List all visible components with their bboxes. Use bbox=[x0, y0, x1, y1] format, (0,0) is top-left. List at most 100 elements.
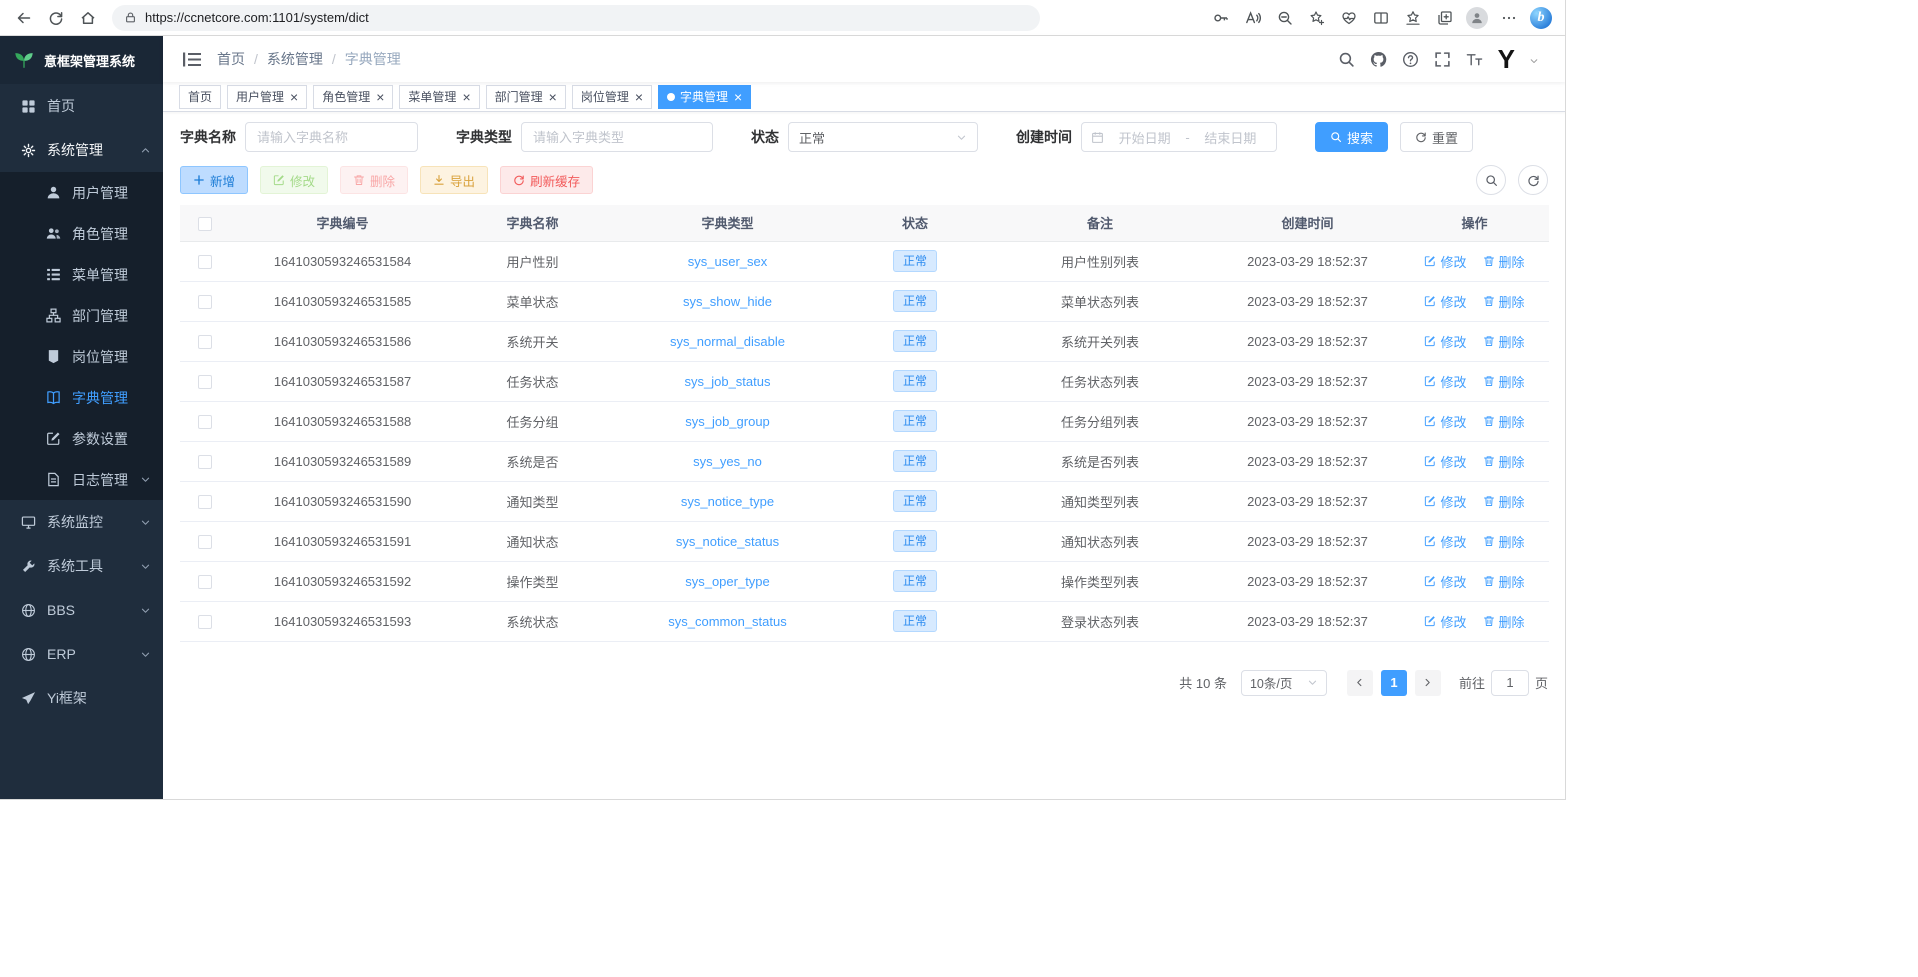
next-page-button[interactable] bbox=[1415, 670, 1441, 696]
chevron-down-icon[interactable] bbox=[1529, 56, 1539, 66]
toggle-search-button[interactable] bbox=[1476, 165, 1506, 195]
search-button[interactable]: 搜索 bbox=[1315, 122, 1388, 152]
dict-type-link[interactable]: sys_yes_no bbox=[693, 454, 762, 469]
read-aloud-button[interactable] bbox=[1237, 4, 1269, 32]
row-checkbox[interactable] bbox=[198, 255, 212, 269]
refresh-cache-button[interactable]: 刷新缓存 bbox=[500, 166, 593, 194]
edit-button[interactable]: 修改 bbox=[260, 166, 328, 194]
row-delete-button[interactable]: 删除 bbox=[1483, 532, 1525, 551]
breadcrumb-item[interactable]: 首页 bbox=[217, 49, 245, 69]
select-all-checkbox[interactable] bbox=[198, 217, 212, 231]
fullscreen-icon[interactable] bbox=[1434, 51, 1451, 68]
sidebar-subitem-menu-management[interactable]: 菜单管理 bbox=[0, 254, 163, 295]
current-page-button[interactable]: 1 bbox=[1381, 670, 1407, 696]
row-checkbox[interactable] bbox=[198, 295, 212, 309]
sidebar-toggle-icon[interactable] bbox=[183, 52, 201, 67]
settings-menu-button[interactable] bbox=[1493, 4, 1525, 32]
row-checkbox[interactable] bbox=[198, 375, 212, 389]
sidebar-item-home[interactable]: 首页 bbox=[0, 84, 163, 128]
dict-type-link[interactable]: sys_oper_type bbox=[685, 574, 770, 589]
refresh-button[interactable] bbox=[40, 4, 72, 32]
close-icon[interactable]: × bbox=[734, 90, 742, 104]
font-size-icon[interactable] bbox=[1466, 51, 1483, 68]
row-edit-button[interactable]: 修改 bbox=[1424, 332, 1466, 351]
tab-role-management[interactable]: 角色管理× bbox=[313, 85, 393, 109]
refresh-table-button[interactable] bbox=[1518, 165, 1548, 195]
github-icon[interactable] bbox=[1370, 51, 1387, 68]
address-bar[interactable]: https://ccnetcore.com:1101/system/dict bbox=[112, 5, 1040, 31]
tab-dept-management[interactable]: 部门管理× bbox=[486, 85, 566, 109]
row-delete-button[interactable]: 删除 bbox=[1483, 372, 1525, 391]
home-button[interactable] bbox=[72, 4, 104, 32]
sidebar-item-system-monitor[interactable]: 系统监控 bbox=[0, 500, 163, 544]
bing-chat-button[interactable]: b bbox=[1525, 4, 1557, 32]
sidebar-subitem-param-settings[interactable]: 参数设置 bbox=[0, 418, 163, 459]
row-edit-button[interactable]: 修改 bbox=[1424, 572, 1466, 591]
favorites-bar-button[interactable] bbox=[1397, 4, 1429, 32]
row-edit-button[interactable]: 修改 bbox=[1424, 292, 1466, 311]
favorites-button[interactable] bbox=[1301, 4, 1333, 32]
sidebar-item-bbs[interactable]: BBS bbox=[0, 588, 163, 632]
dict-type-link[interactable]: sys_job_group bbox=[685, 414, 770, 429]
row-edit-button[interactable]: 修改 bbox=[1424, 612, 1466, 631]
sidebar-item-erp[interactable]: ERP bbox=[0, 632, 163, 676]
dict-type-link[interactable]: sys_notice_status bbox=[676, 534, 779, 549]
close-icon[interactable]: × bbox=[549, 90, 557, 104]
row-checkbox[interactable] bbox=[198, 535, 212, 549]
export-button[interactable]: 导出 bbox=[420, 166, 488, 194]
tab-dict-management[interactable]: 字典管理× bbox=[658, 85, 751, 109]
sidebar-subitem-user-management[interactable]: 用户管理 bbox=[0, 172, 163, 213]
dict-type-link[interactable]: sys_show_hide bbox=[683, 294, 772, 309]
row-edit-button[interactable]: 修改 bbox=[1424, 532, 1466, 551]
sidebar-subitem-dict-management[interactable]: 字典管理 bbox=[0, 377, 163, 418]
add-button[interactable]: 新增 bbox=[180, 166, 248, 194]
dict-name-input[interactable] bbox=[245, 122, 418, 152]
sidebar-subitem-log-management[interactable]: 日志管理 bbox=[0, 459, 163, 500]
sidebar-item-yi-framework[interactable]: Yi框架 bbox=[0, 676, 163, 720]
goto-page-input[interactable] bbox=[1491, 670, 1529, 696]
dict-type-link[interactable]: sys_normal_disable bbox=[670, 334, 785, 349]
dict-type-input[interactable] bbox=[521, 122, 713, 152]
close-icon[interactable]: × bbox=[462, 90, 470, 104]
row-delete-button[interactable]: 删除 bbox=[1483, 332, 1525, 351]
row-delete-button[interactable]: 删除 bbox=[1483, 492, 1525, 511]
browser-essentials-button[interactable] bbox=[1333, 4, 1365, 32]
profile-button[interactable] bbox=[1461, 4, 1493, 32]
tab-menu-management[interactable]: 菜单管理× bbox=[399, 85, 479, 109]
sidebar-item-system-management[interactable]: 系统管理 bbox=[0, 128, 163, 172]
tab-user-management[interactable]: 用户管理× bbox=[227, 85, 307, 109]
row-checkbox[interactable] bbox=[198, 575, 212, 589]
row-delete-button[interactable]: 删除 bbox=[1483, 292, 1525, 311]
collections-button[interactable] bbox=[1429, 4, 1461, 32]
row-checkbox[interactable] bbox=[198, 615, 212, 629]
delete-button[interactable]: 删除 bbox=[340, 166, 408, 194]
page-size-select[interactable]: 10条/页 bbox=[1241, 670, 1327, 696]
row-edit-button[interactable]: 修改 bbox=[1424, 412, 1466, 431]
sidebar-subitem-dept-management[interactable]: 部门管理 bbox=[0, 295, 163, 336]
user-logo-avatar[interactable]: Y bbox=[1498, 46, 1514, 72]
row-delete-button[interactable]: 删除 bbox=[1483, 412, 1525, 431]
status-select[interactable]: 正常 bbox=[788, 122, 978, 152]
row-edit-button[interactable]: 修改 bbox=[1424, 372, 1466, 391]
tab-post-management[interactable]: 岗位管理× bbox=[572, 85, 652, 109]
back-button[interactable] bbox=[8, 4, 40, 32]
tab-home[interactable]: 首页 bbox=[179, 85, 221, 109]
sidebar-subitem-role-management[interactable]: 角色管理 bbox=[0, 213, 163, 254]
dict-type-link[interactable]: sys_common_status bbox=[668, 614, 787, 629]
password-key-button[interactable] bbox=[1205, 4, 1237, 32]
row-edit-button[interactable]: 修改 bbox=[1424, 492, 1466, 511]
help-icon[interactable] bbox=[1402, 51, 1419, 68]
sidebar-item-system-tools[interactable]: 系统工具 bbox=[0, 544, 163, 588]
reset-button[interactable]: 重置 bbox=[1400, 122, 1473, 152]
dict-type-link[interactable]: sys_user_sex bbox=[688, 254, 767, 269]
breadcrumb-item[interactable]: 系统管理 bbox=[267, 49, 323, 69]
close-icon[interactable]: × bbox=[376, 90, 384, 104]
row-delete-button[interactable]: 删除 bbox=[1483, 572, 1525, 591]
row-edit-button[interactable]: 修改 bbox=[1424, 252, 1466, 271]
close-icon[interactable]: × bbox=[290, 90, 298, 104]
row-checkbox[interactable] bbox=[198, 415, 212, 429]
row-delete-button[interactable]: 删除 bbox=[1483, 252, 1525, 271]
row-edit-button[interactable]: 修改 bbox=[1424, 452, 1466, 471]
prev-page-button[interactable] bbox=[1347, 670, 1373, 696]
close-icon[interactable]: × bbox=[635, 90, 643, 104]
